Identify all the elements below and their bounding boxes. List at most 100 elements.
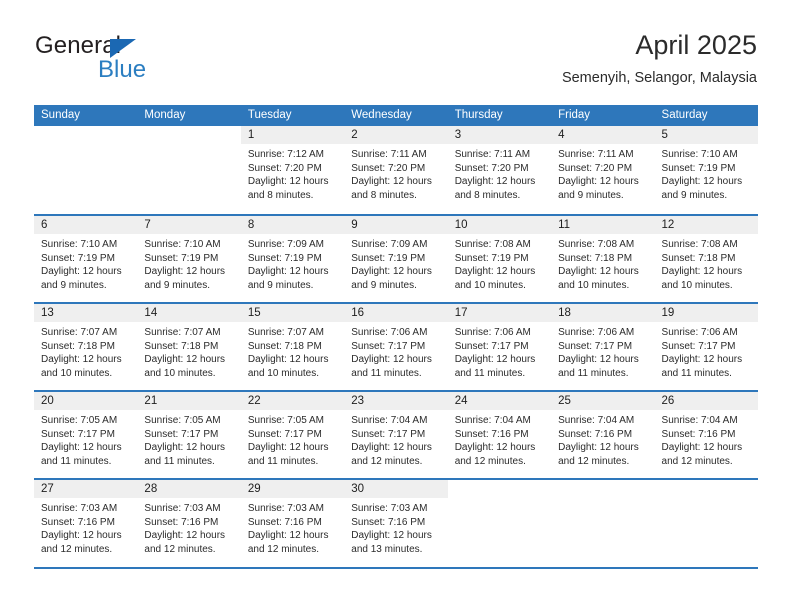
daylight-text-line2: and 11 minutes.	[351, 367, 422, 379]
weekday-header-sunday: Sunday	[41, 109, 81, 121]
calendar-day-cell[interactable]: 21 Sunrise: 7:05 AM Sunset: 7:17 PM Dayligh…	[137, 392, 241, 478]
sunset-text: Sunset: 7:17 PM	[144, 428, 219, 440]
calendar-day-cell[interactable]: 12 Sunrise: 7:08 AM Sunset: 7:18 PM Dayligh…	[654, 216, 758, 302]
day-number: 3	[454, 129, 462, 141]
daylight-text-line1: Daylight: 12 hours	[661, 266, 743, 278]
calendar-day-cell[interactable]: 14 Sunrise: 7:07 AM Sunset: 7:18 PM Dayligh…	[137, 304, 241, 390]
calendar-day-cell[interactable]: 16 Sunrise: 7:06 AM Sunset: 7:17 PM Dayligh…	[344, 304, 448, 390]
day-number: 27	[41, 483, 54, 495]
daylight-text-line1: Daylight: 12 hours	[351, 354, 432, 366]
calendar-day-cell[interactable]: 2 Sunrise: 7:11 AM Sunset: 7:20 PM Daylight…	[344, 126, 448, 214]
daylight-text-line1: Daylight: 12 hours	[454, 354, 536, 366]
calendar-week-row: 1 Sunrise: 7:12 AM Sunset: 7:20 PM Daylight…	[34, 126, 758, 214]
calendar-day-cell[interactable]: 28 Sunrise: 7:03 AM Sunset: 7:16 PM Dayligh…	[137, 480, 241, 566]
calendar-day-cell[interactable]: 27 Sunrise: 7:03 AM Sunset: 7:16 PM Dayligh…	[34, 480, 138, 566]
page-subtitle: Semenyih, Selangor, Malaysia	[561, 70, 757, 86]
daylight-text-line1: Daylight: 12 hours	[454, 266, 536, 278]
day-number: 26	[661, 395, 675, 407]
sunrise-text: Sunrise: 7:10 AM	[144, 239, 221, 250]
daylight-text-line2: and 9 minutes.	[351, 279, 417, 291]
calendar-day-cell[interactable]: 5 Sunrise: 7:10 AM Sunset: 7:19 PM Daylight…	[654, 126, 758, 214]
sunrise-text: Sunrise: 7:04 AM	[558, 415, 635, 426]
calendar-day-cell[interactable]: 13 Sunrise: 7:07 AM Sunset: 7:18 PM Dayligh…	[34, 304, 138, 390]
day-number: 22	[247, 395, 261, 407]
day-number-band: 7	[137, 216, 241, 234]
calendar-day-cell[interactable]: 4 Sunrise: 7:11 AM Sunset: 7:20 PM Daylight…	[551, 126, 655, 214]
daylight-text-line1: Daylight: 12 hours	[558, 354, 639, 366]
sunrise-text: Sunrise: 7:03 AM	[351, 503, 428, 514]
sunrise-text: Sunrise: 7:03 AM	[144, 503, 221, 514]
sunrise-text: Sunrise: 7:08 AM	[454, 239, 531, 250]
day-number-band: 21	[137, 392, 241, 410]
calendar-day-cell[interactable]: 17 Sunrise: 7:06 AM Sunset: 7:17 PM Dayligh…	[447, 304, 552, 390]
daylight-text-line2: and 10 minutes.	[661, 279, 733, 291]
calendar-day-cell[interactable]: 18 Sunrise: 7:06 AM Sunset: 7:17 PM Dayligh…	[551, 304, 655, 390]
calendar-day-cell[interactable]: 29 Sunrise: 7:03 AM Sunset: 7:16 PM Dayligh…	[240, 480, 345, 566]
day-number-band: 13	[34, 304, 138, 322]
day-number-band: 28	[137, 480, 241, 498]
sunrise-text: Sunrise: 7:04 AM	[661, 415, 738, 426]
day-sun-info: Sunrise: 7:06 AM Sunset: 7:17 PM Daylight:…	[448, 322, 551, 380]
sunrise-text: Sunrise: 7:05 AM	[144, 415, 221, 426]
day-sun-info: Sunrise: 7:03 AM Sunset: 7:16 PM Daylight:…	[137, 498, 240, 556]
sunset-text: Sunset: 7:18 PM	[41, 340, 115, 352]
daylight-text-line1: Daylight: 12 hours	[454, 442, 536, 454]
daylight-text-line1: Daylight: 12 hours	[351, 530, 432, 542]
day-number: 19	[661, 307, 675, 319]
calendar-day-cell[interactable]: 9 Sunrise: 7:09 AM Sunset: 7:19 PM Daylight…	[344, 216, 448, 302]
calendar-day-cell[interactable]: 26 Sunrise: 7:04 AM Sunset: 7:16 PM Dayligh…	[654, 392, 758, 478]
day-sun-info: Sunrise: 7:04 AM Sunset: 7:16 PM Daylight:…	[655, 410, 758, 468]
daylight-text-line2: and 11 minutes.	[144, 455, 215, 467]
daylight-text-line2: and 8 minutes.	[454, 189, 521, 201]
calendar-day-cell[interactable]: 23 Sunrise: 7:04 AM Sunset: 7:17 PM Dayligh…	[344, 392, 448, 478]
sunset-text: Sunset: 7:17 PM	[661, 340, 736, 352]
day-number-band: 10	[447, 216, 552, 234]
day-number-band: 4	[551, 126, 655, 144]
day-number: 21	[144, 395, 158, 407]
daylight-text-line1: Daylight: 12 hours	[41, 354, 122, 366]
calendar-day-cell[interactable]: 3 Sunrise: 7:11 AM Sunset: 7:20 PM Daylight…	[447, 126, 552, 214]
daylight-text-line1: Daylight: 12 hours	[351, 176, 432, 188]
daylight-text-line2: and 9 minutes.	[41, 279, 107, 291]
calendar-day-cell[interactable]: 30 Sunrise: 7:03 AM Sunset: 7:16 PM Dayligh…	[344, 480, 448, 566]
daylight-text-line2: and 11 minutes.	[661, 367, 732, 379]
daylight-text-line2: and 9 minutes.	[558, 189, 624, 201]
daylight-text-line2: and 11 minutes.	[558, 367, 629, 379]
general-blue-logo[interactable]: General Blue	[35, 32, 235, 88]
sunset-text: Sunset: 7:19 PM	[661, 162, 736, 174]
daylight-text-line1: Daylight: 12 hours	[247, 354, 329, 366]
sunset-text: Sunset: 7:17 PM	[558, 340, 633, 352]
day-number: 1	[247, 129, 255, 141]
sunset-text: Sunset: 7:16 PM	[454, 428, 529, 440]
calendar-day-cell[interactable]: 7 Sunrise: 7:10 AM Sunset: 7:19 PM Daylight…	[137, 216, 241, 302]
day-number-band: 3	[447, 126, 552, 144]
daylight-text-line1: Daylight: 12 hours	[247, 530, 329, 542]
logo-word-blue: Blue	[98, 56, 147, 83]
day-number-band: 22	[240, 392, 345, 410]
calendar-day-cell[interactable]: 22 Sunrise: 7:05 AM Sunset: 7:17 PM Dayligh…	[240, 392, 345, 478]
calendar-day-cell[interactable]: 20 Sunrise: 7:05 AM Sunset: 7:17 PM Dayligh…	[34, 392, 138, 478]
daylight-text-line2: and 11 minutes.	[454, 367, 526, 379]
day-sun-info: Sunrise: 7:11 AM Sunset: 7:20 PM Daylight:…	[551, 144, 654, 202]
calendar-day-cell[interactable]: 6 Sunrise: 7:10 AM Sunset: 7:19 PM Daylight…	[34, 216, 138, 302]
sunrise-text: Sunrise: 7:06 AM	[351, 327, 428, 338]
calendar-day-cell[interactable]: 19 Sunrise: 7:06 AM Sunset: 7:17 PM Dayligh…	[654, 304, 758, 390]
calendar-day-cell[interactable]: 1 Sunrise: 7:12 AM Sunset: 7:20 PM Daylight…	[240, 126, 345, 214]
calendar-day-cell[interactable]: 10 Sunrise: 7:08 AM Sunset: 7:19 PM Dayligh…	[447, 216, 552, 302]
calendar-day-cell[interactable]: 25 Sunrise: 7:04 AM Sunset: 7:16 PM Dayligh…	[551, 392, 655, 478]
calendar-day-cell[interactable]: 8 Sunrise: 7:09 AM Sunset: 7:19 PM Daylight…	[240, 216, 345, 302]
day-number: 28	[144, 483, 158, 495]
weekday-header-monday: Monday	[144, 109, 186, 121]
day-sun-info: Sunrise: 7:03 AM Sunset: 7:16 PM Daylight:…	[241, 498, 344, 556]
day-number: 24	[454, 395, 468, 407]
calendar-bottom-rule	[34, 567, 758, 569]
daylight-text-line2: and 9 minutes.	[661, 189, 728, 201]
day-number-band: 20	[34, 392, 138, 410]
day-sun-info	[551, 498, 654, 502]
calendar-day-cell[interactable]: 24 Sunrise: 7:04 AM Sunset: 7:16 PM Dayligh…	[447, 392, 552, 478]
calendar-day-cell[interactable]: 15 Sunrise: 7:07 AM Sunset: 7:18 PM Dayligh…	[240, 304, 345, 390]
day-sun-info: Sunrise: 7:08 AM Sunset: 7:18 PM Daylight:…	[655, 234, 758, 292]
daylight-text-line2: and 12 minutes.	[144, 543, 216, 555]
calendar-day-cell[interactable]: 11 Sunrise: 7:08 AM Sunset: 7:18 PM Dayligh…	[551, 216, 655, 302]
day-number-band: 16	[344, 304, 448, 322]
